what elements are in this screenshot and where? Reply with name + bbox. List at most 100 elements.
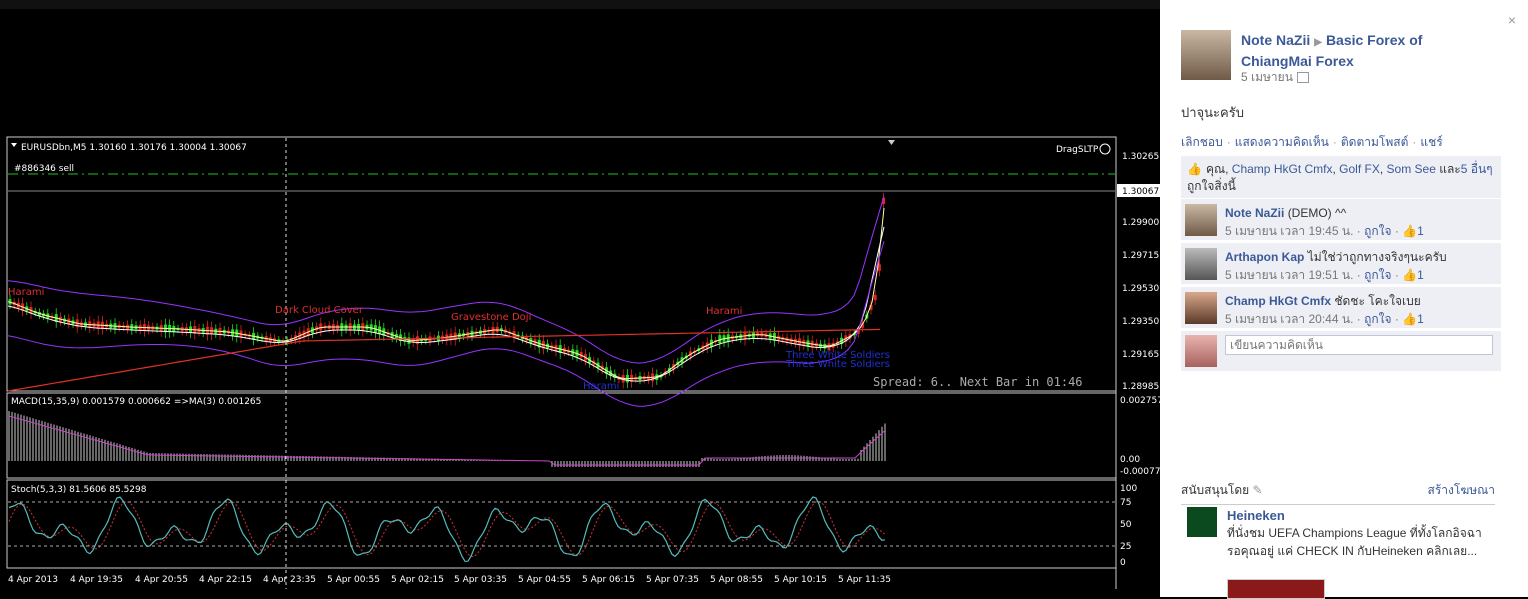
time-tick: 5 Apr 11:35 — [838, 575, 891, 585]
liker-link[interactable]: Golf FX — [1339, 162, 1380, 176]
stoch-pane-border — [6, 479, 1117, 569]
share-link[interactable]: แชร์ — [1420, 135, 1442, 149]
stoch-main-line — [8, 496, 886, 562]
commenter-avatar[interactable] — [1185, 248, 1217, 280]
likes-summary: 👍 คุณ, Champ HkGt Cmfx, Golf FX, Som See … — [1181, 156, 1501, 200]
close-icon[interactable]: × — [1508, 12, 1516, 28]
commenter-avatar[interactable] — [1185, 292, 1217, 324]
macd-histogram — [8, 411, 886, 467]
pattern-label: Harami — [583, 381, 619, 392]
commenter-name[interactable]: Note NaZii — [1225, 206, 1284, 220]
heineken-logo[interactable] — [1187, 507, 1217, 537]
post-date: 5 เมษายน — [1241, 68, 1309, 87]
stoch-tick: 75 — [1120, 498, 1131, 508]
pattern-label: Three White Soldiers — [785, 359, 890, 370]
liker-link[interactable]: Champ HkGt Cmfx — [1232, 162, 1333, 176]
sponsored-header: สนับสนุนโดย ✎ สร้างโฆษณา — [1181, 481, 1495, 505]
price-tick: 1.29715 — [1122, 251, 1159, 261]
author-name-link[interactable]: Note NaZii — [1241, 32, 1310, 48]
stoch-signal-line — [8, 500, 886, 558]
comment-link[interactable]: แสดงความคิดเห็น — [1235, 135, 1329, 149]
time-tick: 4 Apr 22:15 — [199, 575, 252, 585]
post-actions: เลิกชอบ · แสดงความคิดเห็น · ติดตามโพสต์ · แชร์ — [1181, 135, 1443, 149]
post-text: ปาจุนะครับ — [1181, 105, 1244, 120]
macd-tick: 0.00 — [1120, 455, 1140, 465]
likes-prefix: คุณ, — [1205, 162, 1229, 176]
commenter-name[interactable]: Champ HkGt Cmfx — [1225, 294, 1331, 308]
pattern-label: Harami — [8, 287, 44, 298]
comment-item: Champ HkGt Cmfx ชัดชะ โคะใจเบย 5 เมษายน … — [1181, 286, 1501, 328]
drag-sltp-label: DragSLTP — [1056, 145, 1099, 155]
commenter-name[interactable]: Arthapon Kap — [1225, 250, 1304, 264]
thumbs-up-icon: 👍 — [1402, 312, 1418, 326]
candle-body — [495, 326, 499, 333]
time-tick: 5 Apr 03:35 — [454, 575, 507, 585]
more-likers-link[interactable]: 5 อื่นๆ — [1461, 162, 1493, 176]
browser-top-strip — [0, 0, 1160, 9]
comment-like-link[interactable]: ถูกใจ — [1364, 224, 1391, 238]
ad-text: ที่นั่งชม UEFA Champions League ที่ทั้งโ… — [1227, 526, 1482, 558]
comment-like-link[interactable]: ถูกใจ — [1364, 312, 1391, 326]
ad-title-link[interactable]: Heineken — [1227, 508, 1285, 523]
macd-signal-line — [8, 415, 886, 466]
thumbs-up-icon: 👍 — [1187, 162, 1202, 176]
time-tick: 5 Apr 06:15 — [582, 575, 635, 585]
sponsored-title: สนับสนุนโดย — [1181, 483, 1250, 497]
comment-time[interactable]: 5 เมษายน เวลา 19:51 น. — [1225, 268, 1353, 282]
thumbs-up-icon: 👍 — [1402, 268, 1418, 282]
time-tick: 4 Apr 2013 — [8, 575, 58, 585]
commenter-avatar[interactable] — [1185, 204, 1217, 236]
comment-like-link[interactable]: ถูกใจ — [1364, 268, 1391, 282]
macd-tick: 0.002757 — [1120, 396, 1160, 406]
comment-item: Arthapon Kap ไม่ใช่ว่าถูกทางจริงๆนะครับ … — [1181, 242, 1501, 284]
dropdown-triangle-icon[interactable] — [11, 143, 17, 147]
moving-averages — [7, 196, 885, 407]
ma-mid-line — [7, 226, 885, 382]
likes-joiner: และ — [1439, 162, 1461, 176]
comment-like-count[interactable]: 👍1 — [1402, 312, 1424, 326]
comment-text: (DEMO) ^^ — [1287, 206, 1347, 220]
pattern-label: Gravestone Doji — [451, 312, 531, 323]
candle-body — [873, 294, 877, 301]
create-ad-link[interactable]: สร้างโฆษณา — [1428, 481, 1496, 500]
macd-info: MACD(15,35,9) 0.001579 0.000662 =>MA(3) … — [11, 397, 261, 407]
ma-fast-line — [7, 208, 885, 380]
liker-link[interactable]: Som See — [1387, 162, 1436, 176]
smiley-icon — [1099, 143, 1111, 155]
time-tick: 5 Apr 08:55 — [710, 575, 763, 585]
time-tick: 5 Apr 04:55 — [518, 575, 571, 585]
comment-time[interactable]: 5 เมษายน เวลา 19:45 น. — [1225, 224, 1353, 238]
unlike-link[interactable]: เลิกชอบ — [1181, 135, 1223, 149]
arrow-right-icon: ▶ — [1314, 37, 1322, 48]
spread-info: Spread: 6.. Next Bar in 01:46 — [873, 375, 1083, 389]
comment-input[interactable]: เขียนความคิดเห็น — [1225, 335, 1493, 355]
stoch-tick: 50 — [1120, 520, 1132, 530]
ad-image[interactable] — [1227, 579, 1325, 599]
symbol-info: EURUSDbn,M5 1.30160 1.30176 1.30004 1.30… — [21, 143, 247, 153]
follow-post-link[interactable]: ติดตามโพสต์ — [1341, 135, 1409, 149]
chart-canvas[interactable]: EURUSDbn,M5 1.30160 1.30176 1.30004 1.30… — [0, 9, 1160, 597]
likes-suffix: ถูกใจสิ่งนี้ — [1187, 179, 1236, 193]
time-tick: 5 Apr 00:55 — [327, 575, 380, 585]
comment-text: ไม่ใช่ว่าถูกทางจริงๆนะครับ — [1307, 250, 1447, 264]
stoch-tick: 25 — [1120, 542, 1131, 552]
macd-tick: -0.000778 — [1120, 467, 1160, 477]
post-date-text[interactable]: 5 เมษายน — [1241, 70, 1293, 84]
time-tick: 5 Apr 02:15 — [391, 575, 444, 585]
stoch-tick: 100 — [1120, 484, 1137, 494]
price-tick: 1.29350 — [1122, 317, 1159, 327]
stoch-tick: 0 — [1120, 558, 1126, 568]
comment-like-count[interactable]: 👍1 — [1402, 268, 1424, 282]
trading-chart[interactable]: EURUSDbn,M5 1.30160 1.30176 1.30004 1.30… — [0, 9, 1160, 597]
facebook-photo-panel: × Note NaZii ▶ Basic Forex of ChiangMai Fo… — [1160, 0, 1528, 599]
author-avatar[interactable] — [1181, 30, 1231, 80]
thumbs-up-icon: 👍 — [1402, 224, 1418, 238]
time-tick: 4 Apr 23:35 — [263, 575, 316, 585]
shift-marker-icon[interactable] — [888, 140, 895, 145]
price-tick-current: 1.30067 — [1122, 187, 1159, 197]
time-tick: 4 Apr 20:55 — [135, 575, 188, 585]
stochastic-lines — [8, 496, 886, 562]
comment-like-count[interactable]: 👍1 — [1402, 224, 1424, 238]
time-tick: 5 Apr 07:35 — [646, 575, 699, 585]
comment-time[interactable]: 5 เมษายน เวลา 20:44 น. — [1225, 312, 1353, 326]
